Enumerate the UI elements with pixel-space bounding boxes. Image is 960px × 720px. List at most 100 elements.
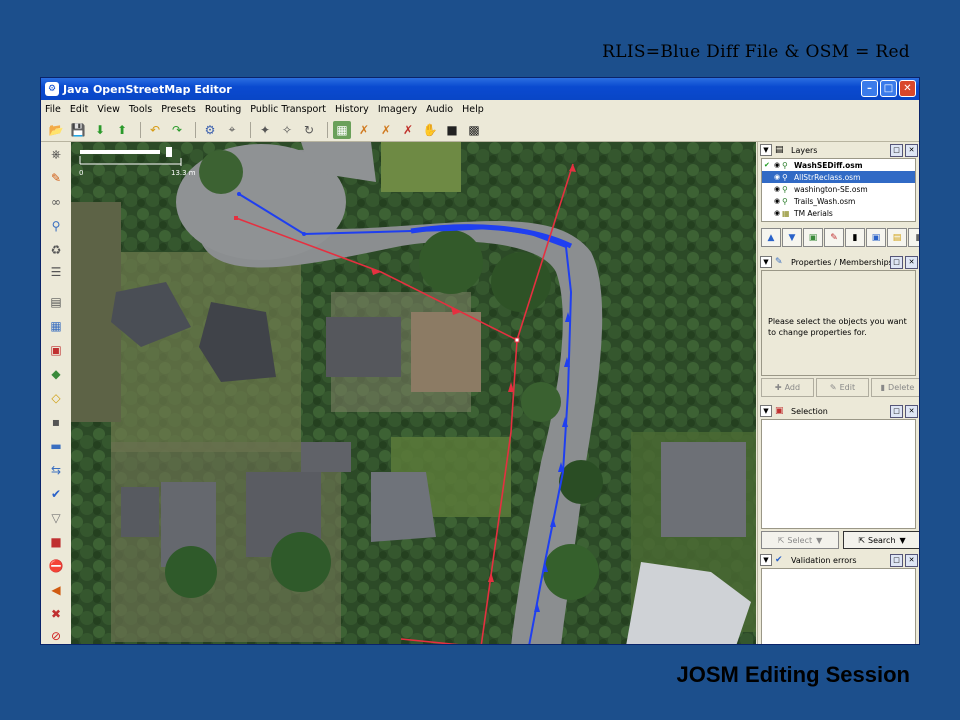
validation-toggle-icon[interactable]: ✔ [46, 484, 66, 504]
menu-view[interactable]: View [97, 104, 120, 115]
panel-close-icon[interactable]: ✕ [905, 143, 918, 157]
no-entry-icon[interactable]: ⊘ [46, 626, 66, 644]
panel-close-icon[interactable]: ✕ [905, 255, 918, 269]
detach-icon[interactable]: □ [890, 255, 903, 269]
duplicate-icon[interactable]: ▮ [845, 228, 865, 247]
selection-list[interactable] [761, 419, 916, 529]
layer-row[interactable]: ◉ ▦ TM Aerials [762, 207, 915, 219]
minimize-button[interactable]: – [861, 80, 878, 97]
menu-history[interactable]: History [335, 104, 369, 115]
history-toggle-icon[interactable]: ◇ [46, 388, 66, 408]
layers-panel-header[interactable]: ▼ ▤ Layers □ ✕ [760, 142, 918, 158]
panel-close-icon[interactable]: ✕ [905, 404, 918, 418]
detach-icon[interactable]: □ [890, 143, 903, 157]
maximize-button[interactable]: □ [880, 80, 897, 97]
menu-presets[interactable]: Presets [161, 104, 196, 115]
detach-icon[interactable]: □ [890, 404, 903, 418]
collapse-icon[interactable]: ▼ [760, 144, 772, 156]
relation-toggle-icon[interactable]: ◆ [46, 364, 66, 384]
hand-icon[interactable]: ✋ [421, 121, 439, 139]
collapse-icon[interactable]: ▼ [760, 405, 772, 417]
stop-icon[interactable]: ⛔ [46, 556, 66, 576]
conflict-toggle-icon[interactable]: ▪ [46, 412, 66, 432]
aerial-imagery-icon[interactable]: ▦ [333, 120, 351, 139]
reverse-way-icon[interactable]: ↻ [300, 121, 318, 139]
bus-icon[interactable]: ▩ [465, 121, 483, 139]
map-canvas[interactable]: 0 13.3 m [71, 142, 756, 645]
add-button[interactable]: ✚ Add [761, 378, 814, 397]
properties-panel-header[interactable]: ▼ ✎ Properties / Memberships □ ✕ [760, 254, 918, 270]
menu-audio[interactable]: Audio [426, 104, 453, 115]
validation-panel-header[interactable]: ▼ ✔ Validation errors □ ✕ [760, 552, 918, 568]
edit-button[interactable]: ✎ Edit [816, 378, 869, 397]
filter-icon[interactable]: ▽ [46, 508, 66, 528]
routing-icon-1[interactable]: ✗ [355, 121, 373, 139]
trash-icon[interactable]: ▮ [908, 228, 919, 247]
notes-icon[interactable]: ▤ [887, 228, 907, 247]
collapse-icon[interactable]: ▼ [760, 554, 772, 566]
routing-toggle-icon[interactable]: ⇆ [46, 460, 66, 480]
routing-icon-3[interactable]: ✗ [399, 121, 417, 139]
layer-row[interactable]: ◉ ⚲ AllStrReclass.osm [762, 171, 915, 183]
menu-file[interactable]: File [45, 104, 61, 115]
properties-toggle-icon[interactable]: ▦ [46, 316, 66, 336]
visibility-icon[interactable]: ◉ [772, 173, 782, 181]
preferences-icon[interactable]: ⚙ [201, 121, 219, 139]
parallel-tool-icon[interactable]: ☰ [46, 262, 66, 282]
layers-toggle-icon[interactable]: ▤ [46, 292, 66, 312]
delete-tool-icon[interactable]: ♻ [46, 240, 66, 260]
draw-tool-icon[interactable]: ✎ [46, 168, 66, 188]
panel-close-icon[interactable]: ✕ [905, 553, 918, 567]
menu-edit[interactable]: Edit [70, 104, 88, 115]
validation-list[interactable] [761, 568, 916, 644]
menu-routing[interactable]: Routing [205, 104, 241, 115]
filter-toggle-icon[interactable]: ▬ [46, 436, 66, 456]
download-icon[interactable]: ⬇ [91, 121, 109, 139]
open-file-icon[interactable]: 📂 [47, 121, 65, 139]
layer-row[interactable]: ◉ ⚲ Trails_Wash.osm [762, 195, 915, 207]
zoom-tool-icon[interactable]: ⚲ [46, 216, 66, 236]
selection-toggle-icon[interactable]: ▣ [46, 340, 66, 360]
title-bar[interactable]: ⚙ Java OpenStreetMap Editor – □ ✕ [41, 78, 919, 100]
select-button[interactable]: ⇱ Select ▼ [761, 531, 839, 549]
dropdown-icon: ▼ [816, 535, 823, 545]
info-icon[interactable]: ▣ [866, 228, 886, 247]
layer-row[interactable]: ◉ ⚲ washington-SE.osm [762, 183, 915, 195]
redo-icon[interactable]: ↷ [168, 121, 186, 139]
menu-imagery[interactable]: Imagery [378, 104, 417, 115]
visibility-icon[interactable]: ◉ [772, 209, 782, 217]
measure-toggle-icon[interactable]: ✖ [46, 604, 66, 624]
undo-icon[interactable]: ↶ [146, 121, 164, 139]
upload-icon[interactable]: ⬆ [113, 121, 131, 139]
improve-way-icon[interactable]: ∞ [46, 192, 66, 212]
zoom-icon[interactable]: ⌖ [223, 121, 241, 139]
visibility-icon[interactable]: ◉ [772, 185, 782, 193]
close-button[interactable]: ✕ [899, 80, 916, 97]
delete-button[interactable]: ▮ Delete [871, 378, 919, 397]
selection-panel-header[interactable]: ▼ ▣ Selection □ ✕ [760, 403, 918, 419]
merge-icon[interactable]: ▣ [803, 228, 823, 247]
visibility-icon[interactable]: ◉ [772, 161, 782, 169]
move-down-icon[interactable]: ▼ [782, 228, 802, 247]
collapse-icon[interactable]: ▼ [760, 256, 772, 268]
map-view[interactable]: 0 13.3 m [71, 142, 756, 645]
select-tool-icon[interactable]: ⎈ [46, 144, 66, 164]
save-icon[interactable]: 💾 [69, 121, 87, 139]
detach-icon[interactable]: □ [890, 553, 903, 567]
car-icon[interactable]: ■ [443, 121, 461, 139]
properties-icon: ✎ [775, 257, 783, 267]
delete-layer-icon[interactable]: ✎ [824, 228, 844, 247]
audio-toggle-icon[interactable]: ◀ [46, 580, 66, 600]
layers-list: ✔ ◉ ⚲ WashSEDiff.osm ◉ ⚲ AllStrReclass.osm … [761, 158, 916, 222]
search-button[interactable]: ⇱ Search ▼ [843, 531, 919, 549]
combine-way-icon[interactable]: ✧ [278, 121, 296, 139]
menu-help[interactable]: Help [462, 104, 484, 115]
menu-tools[interactable]: Tools [129, 104, 152, 115]
menu-public-transport[interactable]: Public Transport [250, 104, 326, 115]
visibility-icon[interactable]: ◉ [772, 197, 782, 205]
layer-row[interactable]: ✔ ◉ ⚲ WashSEDiff.osm [762, 159, 915, 171]
routing-icon-2[interactable]: ✗ [377, 121, 395, 139]
move-up-icon[interactable]: ▲ [761, 228, 781, 247]
tags-toggle-icon[interactable]: ■ [46, 532, 66, 552]
split-way-icon[interactable]: ✦ [256, 121, 274, 139]
